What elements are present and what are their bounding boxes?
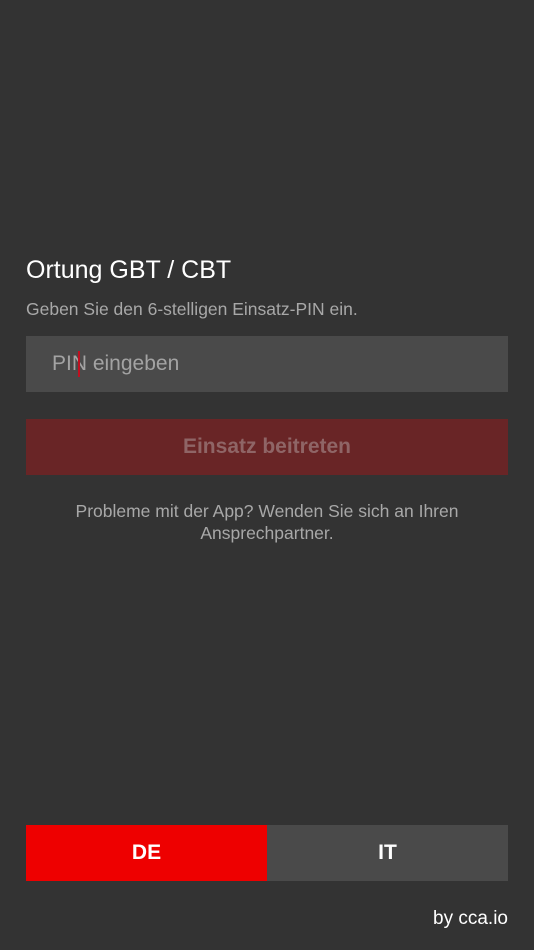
footer-credit: by cca.io [433, 908, 508, 929]
page-title: Ortung GBT / CBT [26, 256, 232, 284]
language-switch: DE IT [26, 825, 508, 881]
pin-input-container[interactable] [26, 336, 508, 392]
pin-input[interactable] [26, 336, 508, 392]
help-text: Probleme mit der App? Wenden Sie sich an… [75, 501, 459, 543]
pin-instructions: Geben Sie den 6-stelligen Einsatz-PIN ei… [26, 299, 358, 319]
join-deployment-button[interactable]: Einsatz beitreten [26, 419, 508, 475]
language-it-button[interactable]: IT [267, 825, 508, 881]
text-caret [78, 351, 80, 377]
language-de-button[interactable]: DE [26, 825, 267, 881]
